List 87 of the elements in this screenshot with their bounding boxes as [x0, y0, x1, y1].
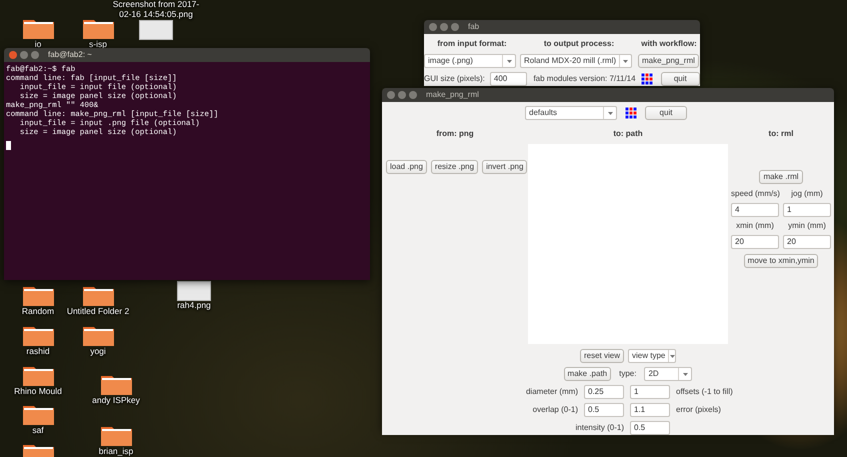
input-field[interactable]: 20 [783, 235, 831, 249]
size-field[interactable]: 400 [490, 72, 528, 86]
move-button[interactable]: move to xmin,ymin [744, 254, 818, 268]
column-heading: with workflow: [640, 38, 698, 50]
window-title: fab [468, 21, 480, 33]
text-cursor [6, 141, 11, 150]
caret-icon [506, 60, 512, 62]
icon-label[interactable]: Random [22, 307, 54, 317]
folder-icon [22, 324, 54, 347]
type-dropdown[interactable]: 2D [644, 367, 692, 381]
folder-icon [82, 324, 114, 347]
icon-label[interactable]: Screenshot from 2017-02-16 14:54:05.png [111, 0, 201, 20]
minimize-button[interactable] [440, 23, 448, 31]
maximize-button[interactable] [409, 91, 417, 99]
icon-label[interactable]: Rhino Mould [14, 387, 62, 397]
dropdown[interactable]: Roland MDX-20 mill (.rml) [520, 54, 632, 68]
input-field[interactable]: 1 [783, 203, 831, 217]
maximize-button[interactable] [31, 51, 39, 59]
input-field[interactable]: 1 [630, 385, 670, 399]
icon-label[interactable]: yogi [90, 347, 106, 357]
workflow-button[interactable]: make_png_rml [638, 54, 699, 68]
folder-icon [22, 284, 54, 307]
caret-icon [623, 60, 628, 62]
icon-label[interactable]: brian_isp [98, 447, 134, 457]
close-button[interactable] [387, 91, 395, 99]
maximize-button[interactable] [451, 23, 459, 31]
folder-icon [82, 17, 114, 40]
folder-icon [100, 424, 132, 447]
field-label: jog (mm) [790, 188, 824, 200]
folder-icon [22, 403, 54, 426]
input-field[interactable]: 0.5 [584, 403, 624, 417]
view-type-dropdown[interactable]: view type [628, 349, 676, 363]
icon-label[interactable]: rah4.png [177, 301, 211, 311]
folder-icon [100, 373, 132, 396]
input-field[interactable]: 1.1 [630, 403, 670, 417]
quit-button[interactable]: quit [660, 72, 700, 86]
folder-icon [22, 17, 54, 40]
column-heading: from: png [436, 128, 474, 140]
column-heading: from input format: [436, 38, 508, 50]
close-button[interactable] [429, 23, 437, 31]
field-label: GUI size (pixels): [424, 73, 485, 85]
window-title: fab@fab2: ~ [48, 49, 92, 61]
dropdown[interactable]: defaults [525, 106, 617, 120]
input-field[interactable]: 0.5 [630, 421, 670, 435]
input-field[interactable]: 20 [731, 235, 779, 249]
column-heading: to: rml [768, 128, 794, 140]
field-label: intensity (0-1) [574, 422, 624, 434]
icon-label[interactable]: Untitled Folder 2 [66, 307, 130, 317]
input-field[interactable]: 4 [731, 203, 779, 217]
window-title: make_png_rml [426, 89, 479, 101]
minimize-button[interactable] [20, 51, 28, 59]
minimize-button[interactable] [398, 91, 406, 99]
quit-button[interactable]: quit [645, 106, 687, 120]
folder-icon [22, 364, 54, 387]
close-button[interactable] [9, 51, 17, 59]
caret-icon [682, 372, 688, 376]
field-note: offsets (-1 to fill) [676, 386, 734, 398]
icon-label[interactable]: rashid [26, 347, 50, 357]
make-rml-button[interactable]: make .rml [759, 170, 803, 184]
icon-label[interactable]: s-isp [89, 40, 107, 50]
dropdown[interactable]: image (.png) [424, 54, 516, 68]
dot-grid-icon [640, 73, 653, 85]
image-thumbnail[interactable] [177, 281, 211, 301]
field-label: type: [619, 368, 636, 380]
field-label: ymin (mm) [787, 220, 827, 232]
icon-label[interactable]: saf [32, 426, 44, 436]
field-label: xmin (mm) [735, 220, 775, 232]
action-button[interactable]: load .png [386, 160, 427, 174]
caret-icon [608, 112, 612, 114]
field-note: error (pixels) [676, 404, 722, 416]
action-button[interactable]: invert .png [482, 160, 528, 174]
action-button[interactable]: resize .png [430, 160, 478, 174]
make-path-button[interactable]: make .path [564, 367, 612, 381]
field-label: overlap (0-1) [532, 404, 578, 416]
column-heading: to: path [613, 128, 643, 140]
column-heading: to output process: [542, 38, 616, 50]
icon-label[interactable]: andy ISPkey [92, 396, 140, 406]
dot-grid-icon [625, 107, 637, 119]
folder-icon [82, 284, 114, 307]
field-label: diameter (mm) [524, 386, 578, 398]
image-thumbnail[interactable] [139, 20, 173, 40]
field-label: speed (mm/s) [731, 188, 779, 200]
version-text: fab modules version: 7/11/14 [533, 73, 636, 85]
icon-label[interactable]: io [34, 40, 42, 50]
reset-view-button[interactable]: reset view [580, 349, 624, 363]
input-field[interactable]: 0.25 [584, 385, 624, 399]
caret-icon [670, 354, 675, 358]
